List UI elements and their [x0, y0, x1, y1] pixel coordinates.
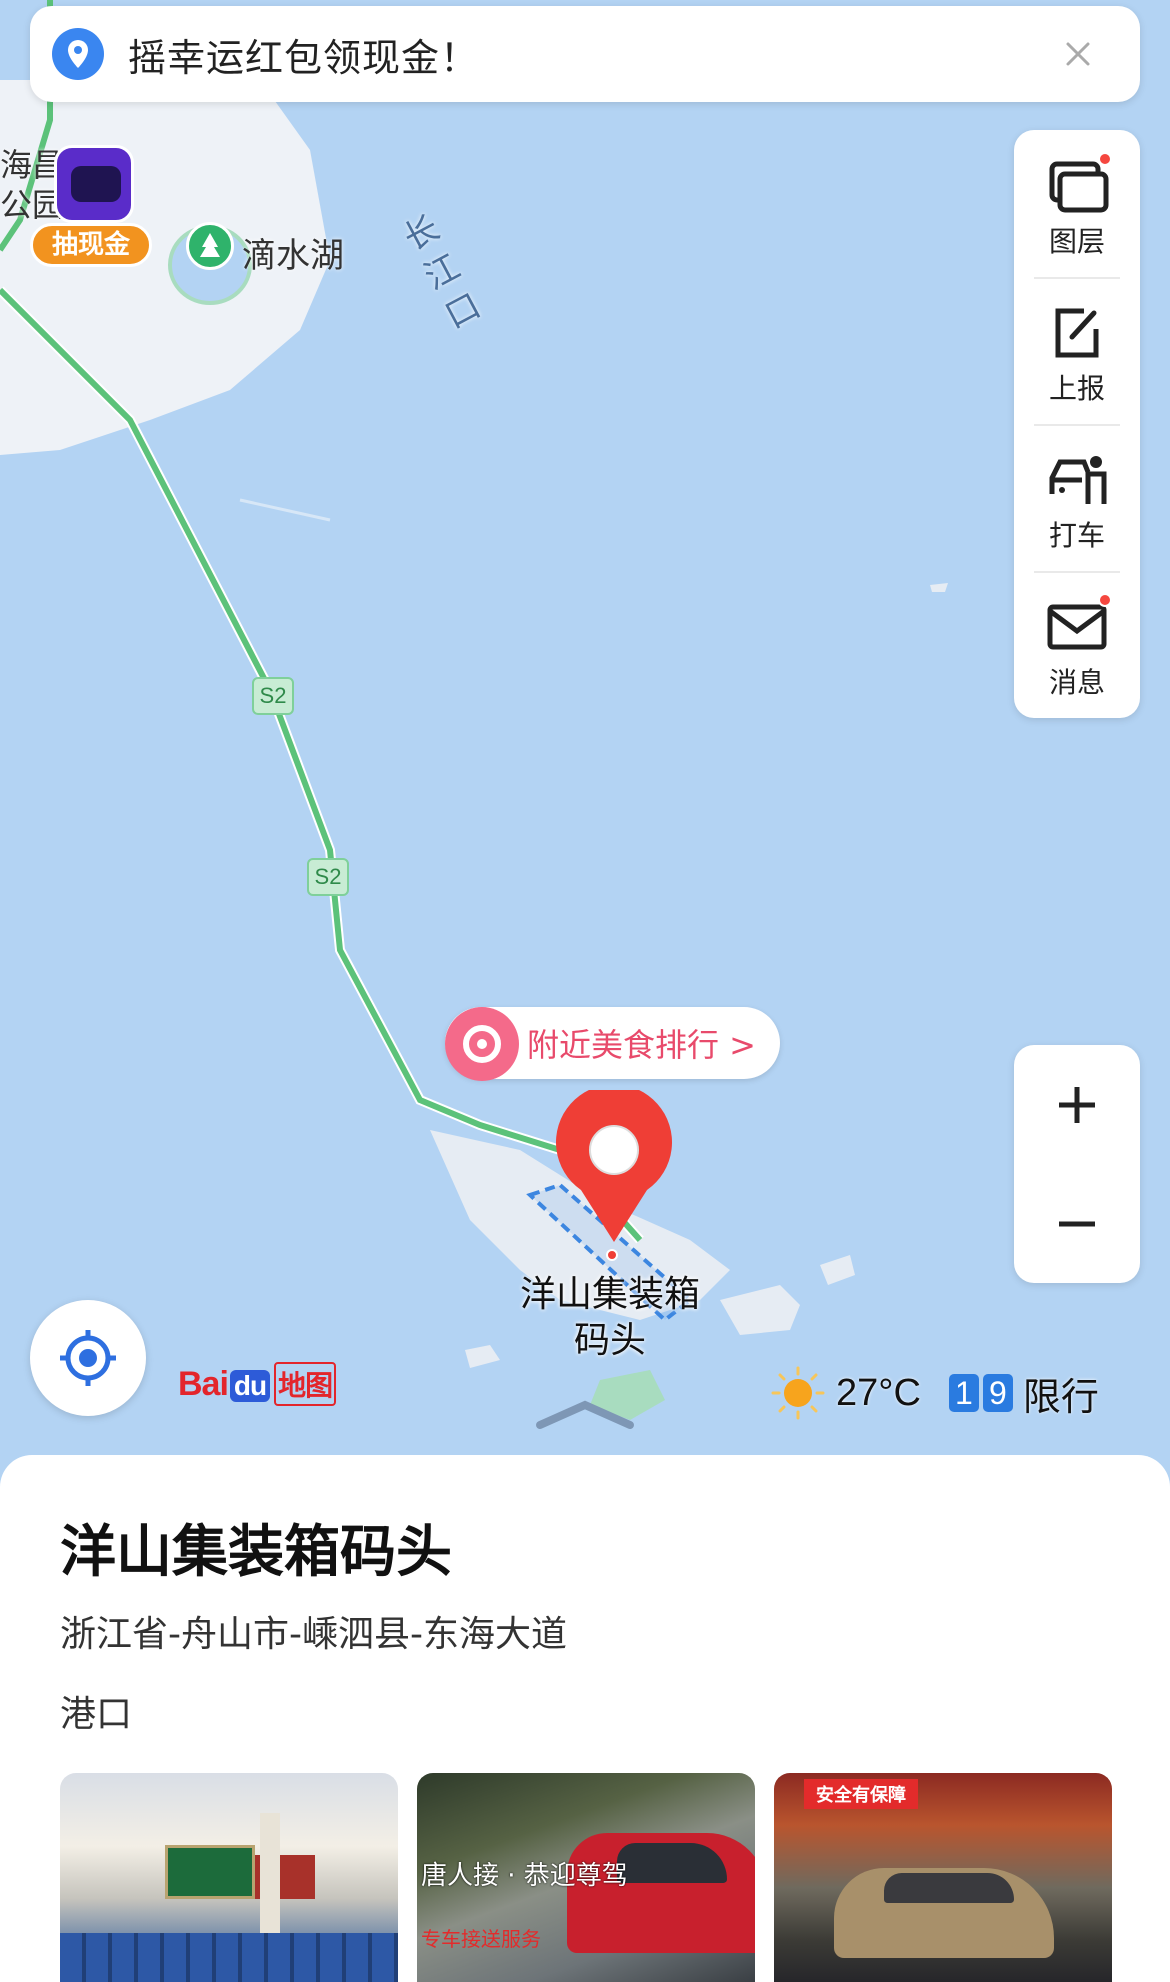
weather-widget[interactable]: 27°C 19 限行 — [770, 1365, 1099, 1421]
baidu-map-logo: Bai du 地图 — [178, 1362, 337, 1406]
logo-du: du — [229, 1370, 271, 1402]
marker-dot — [606, 1249, 618, 1261]
place-photo[interactable]: 唐人接 · 恭迎尊驾 专车接送服务 — [417, 1773, 755, 1982]
message-mail-icon — [1044, 593, 1112, 657]
taxi-icon — [1044, 450, 1110, 510]
lake-poi-icon[interactable] — [186, 222, 234, 270]
map-canvas — [0, 0, 948, 1429]
location-marker-icon[interactable] — [553, 1084, 675, 1245]
place-address: 浙江省-舟山市-嵊泗县-东海大道 — [60, 1614, 567, 1655]
tool-layers[interactable]: 图层 — [1014, 130, 1140, 277]
map-view[interactable]: S2 S2 海昌公园 滴水湖 长江口 抽现金 附近美食排行 > 洋山集装箱码头 — [0, 0, 1170, 1480]
plate-limit: 19 — [945, 1374, 1013, 1412]
zoom-in-button[interactable] — [1014, 1045, 1140, 1164]
side-toolbar: 图层 上报 打车 消息 — [1014, 130, 1140, 718]
layers-icon — [1044, 152, 1112, 216]
nearby-food-label: 附近美食排行 > — [527, 1026, 756, 1064]
location-pin-icon — [52, 28, 104, 80]
photo-caption: 唐人接 · 恭迎尊驾 — [421, 1861, 628, 1891]
photo-strip[interactable]: 唐人接 · 恭迎尊驾 专车接送服务 安全有保障 — [60, 1773, 1120, 1982]
lake-label: 滴水湖 — [242, 236, 344, 276]
place-category: 港口 — [60, 1694, 133, 1735]
tool-label: 上报 — [1048, 372, 1105, 405]
logo-ditu: 地图 — [274, 1362, 337, 1406]
locate-me-button[interactable] — [30, 1300, 146, 1416]
road-badge: S2 — [252, 677, 294, 715]
crosshair-icon — [60, 1330, 116, 1386]
limit-label: 限行 — [1022, 1374, 1099, 1419]
photo-badge: 安全有保障 — [804, 1779, 918, 1809]
banner-text: 摇幸运红包领现金！ — [128, 35, 480, 80]
place-title: 洋山集装箱码头 — [60, 1520, 452, 1585]
place-photo[interactable] — [60, 1773, 398, 1982]
logo-bai: Bai — [178, 1365, 229, 1403]
report-edit-icon — [1044, 303, 1110, 363]
plate-number: 1 — [948, 1374, 979, 1412]
zoom-controls — [1014, 1045, 1140, 1283]
plate-number: 9 — [982, 1374, 1013, 1412]
road-badge: S2 — [307, 858, 349, 896]
mascot-icon — [54, 145, 134, 223]
photo-subcaption: 专车接送服务 — [421, 1927, 541, 1951]
tool-label: 打车 — [1048, 519, 1105, 552]
poi-name-label: 洋山集装箱码头 — [520, 1274, 701, 1361]
plus-icon — [1059, 1086, 1095, 1123]
temperature: 27°C — [836, 1371, 921, 1414]
place-photo[interactable]: 安全有保障 — [774, 1773, 1112, 1982]
promo-mascot[interactable]: 抽现金 — [30, 145, 155, 270]
minus-icon — [1059, 1221, 1095, 1226]
place-detail-sheet[interactable]: 洋山集装箱码头 浙江省-舟山市-嵊泗县-东海大道 港口 唐人接 · 恭迎尊驾 专… — [0, 1455, 1170, 1982]
tool-taxi[interactable]: 打车 — [1014, 424, 1140, 571]
close-icon[interactable] — [1058, 34, 1098, 74]
tool-messages[interactable]: 消息 — [1014, 571, 1140, 718]
food-ring-icon — [445, 1007, 519, 1081]
sun-icon — [771, 1366, 825, 1420]
nearby-food-button[interactable]: 附近美食排行 > — [445, 1007, 780, 1081]
tool-report[interactable]: 上报 — [1014, 277, 1140, 424]
tool-label: 消息 — [1048, 666, 1105, 699]
zoom-out-button[interactable] — [1014, 1164, 1140, 1283]
promo-banner[interactable]: 摇幸运红包领现金！ — [30, 6, 1140, 102]
tool-label: 图层 — [1048, 225, 1105, 258]
promo-badge[interactable]: 抽现金 — [30, 223, 152, 267]
